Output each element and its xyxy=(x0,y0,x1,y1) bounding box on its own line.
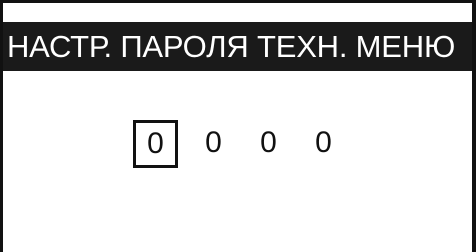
lcd-screen: НАСТР. ПАРОЛЯ ТЕХН. МЕНЮ 0 0 0 0 xyxy=(0,0,476,252)
password-digit-3[interactable]: 0 xyxy=(246,120,291,168)
password-digit-2[interactable]: 0 xyxy=(191,120,236,168)
menu-title: НАСТР. ПАРОЛЯ ТЕХН. МЕНЮ xyxy=(3,22,472,71)
password-digit-1[interactable]: 0 xyxy=(133,120,178,168)
password-digit-4[interactable]: 0 xyxy=(301,120,346,168)
password-digit-row: 0 0 0 0 xyxy=(3,120,472,170)
